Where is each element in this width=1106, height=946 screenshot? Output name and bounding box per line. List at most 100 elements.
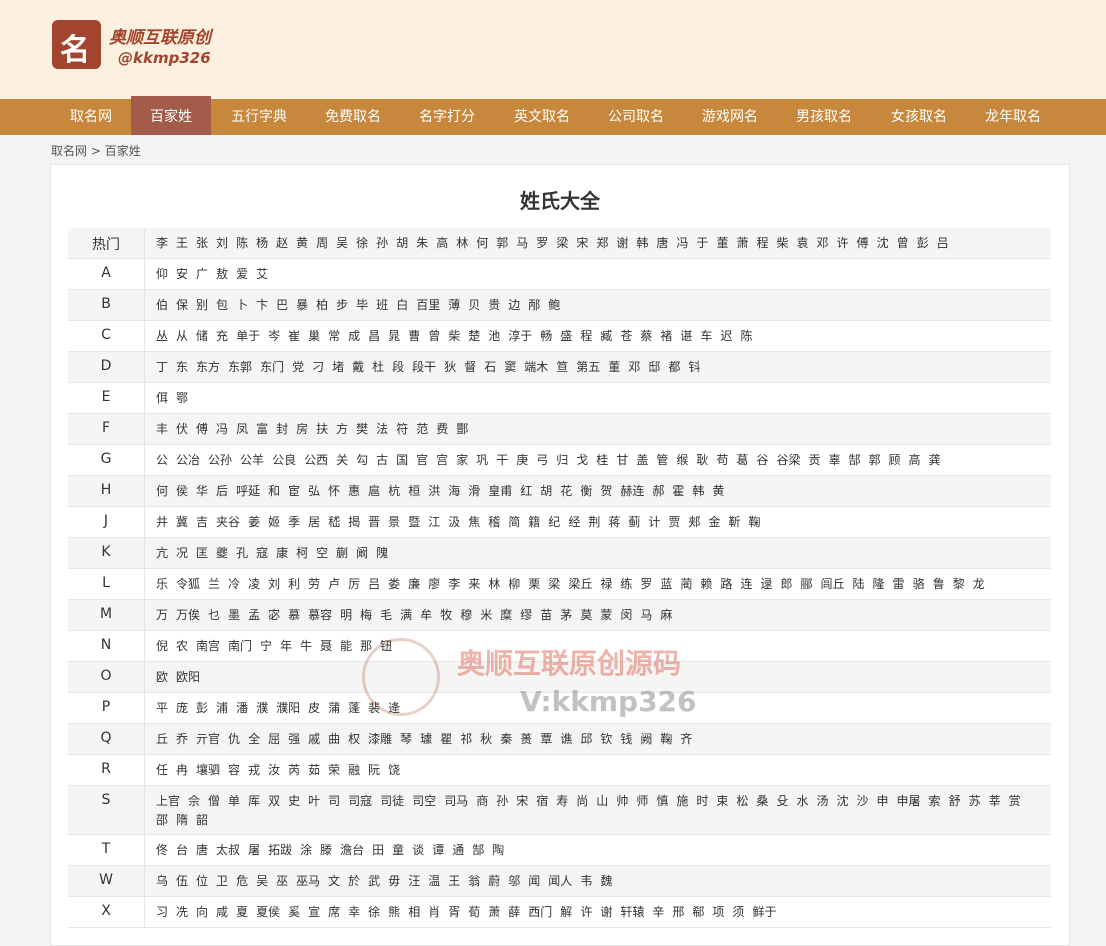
surname-link[interactable]: 全 [248,732,260,746]
surname-link[interactable]: 计 [648,515,660,529]
surname-link[interactable]: 禄 [600,577,612,591]
surname-link[interactable]: 邱 [580,732,592,746]
surname-link[interactable]: 时 [696,794,708,808]
surname-link[interactable]: 来 [468,577,480,591]
surname-link[interactable]: 牟 [420,608,432,622]
surname-link[interactable]: 容 [228,763,240,777]
surname-link[interactable]: 米 [480,608,492,622]
surname-link[interactable]: 秦 [500,732,512,746]
surname-link[interactable]: 班 [376,298,388,312]
surname-link[interactable]: 丘 [156,732,168,746]
surname-link[interactable]: 宋 [576,236,588,250]
surname-link[interactable]: 盛 [560,329,572,343]
surname-link[interactable]: 郭 [496,236,508,250]
surname-link[interactable]: 夏侯 [256,905,280,919]
surname-link[interactable]: 怀 [328,484,340,498]
surname-link[interactable]: 晋 [368,515,380,529]
surname-link[interactable]: 谯 [560,732,572,746]
surname-link[interactable]: 卢 [328,577,340,591]
surname-link[interactable]: 荣 [328,763,340,777]
surname-link[interactable]: 冯 [216,422,228,436]
surname-link[interactable]: 步 [336,298,348,312]
surname-link[interactable]: 於 [348,874,360,888]
surname-link[interactable]: 边 [508,298,520,312]
surname-link[interactable]: 屈 [268,732,280,746]
surname-link[interactable]: 令狐 [176,577,200,591]
surname-link[interactable]: 段干 [412,360,436,374]
surname-link[interactable]: 杭 [388,484,400,498]
surname-link[interactable]: 帅 [616,794,628,808]
surname-link[interactable]: 宋 [516,794,528,808]
surname-link[interactable]: 拓跋 [268,843,292,857]
surname-link[interactable]: 乌 [156,874,168,888]
surname-link[interactable]: 糜 [500,608,512,622]
nav-item-wuxing-dict[interactable]: 五行字典 [219,99,299,135]
surname-link[interactable]: 何 [476,236,488,250]
surname-link[interactable]: 蓟 [628,515,640,529]
surname-link[interactable]: 丛 [156,329,168,343]
surname-link[interactable]: 井 [156,515,168,529]
surname-link[interactable]: 解 [560,905,572,919]
surname-link[interactable]: 咸 [216,905,228,919]
surname-link[interactable]: 弓 [536,453,548,467]
surname-link[interactable]: 龙 [973,577,985,591]
surname-link[interactable]: 饶 [388,763,400,777]
surname-link[interactable]: 封 [276,422,288,436]
surname-link[interactable]: 邢 [672,905,684,919]
surname-link[interactable]: 荆 [588,515,600,529]
surname-link[interactable]: 彭 [917,236,929,250]
surname-link[interactable]: 梁 [548,577,560,591]
surname-link[interactable]: 巫 [276,874,288,888]
surname-link[interactable]: 夹谷 [216,515,240,529]
surname-link[interactable]: 关 [336,453,348,467]
surname-link[interactable]: 赏 [1009,794,1021,808]
surname-link[interactable]: 宦 [288,484,300,498]
surname-link[interactable]: 乐 [156,577,168,591]
surname-link[interactable]: 劳 [308,577,320,591]
surname-link[interactable]: 崔 [288,329,300,343]
surname-link[interactable]: 弘 [308,484,320,498]
surname-link[interactable]: 钭 [688,360,700,374]
surname-link[interactable]: 姬 [268,515,280,529]
surname-link[interactable]: 东方 [196,360,220,374]
surname-link[interactable]: 吴 [256,874,268,888]
surname-link[interactable]: 习 [156,905,168,919]
surname-link[interactable]: 莘 [989,794,1001,808]
surname-link[interactable]: 冷 [228,577,240,591]
surname-link[interactable]: 蒙 [600,608,612,622]
surname-link[interactable]: 范 [416,422,428,436]
surname-link[interactable]: 雷 [893,577,905,591]
surname-link[interactable]: 蒉 [520,732,532,746]
surname-link[interactable]: 洪 [428,484,440,498]
surname-link[interactable]: 单于 [236,329,260,343]
surname-link[interactable]: 暨 [408,515,420,529]
surname-link[interactable]: 单 [228,794,240,808]
surname-link[interactable]: 谌 [680,329,692,343]
surname-link[interactable]: 肖 [428,905,440,919]
surname-link[interactable]: 乜 [208,608,220,622]
surname-link[interactable]: 庞 [176,701,188,715]
surname-link[interactable]: 马 [640,608,652,622]
surname-link[interactable]: 卞 [256,298,268,312]
surname-link[interactable]: 秋 [480,732,492,746]
surname-link[interactable]: 房 [296,422,308,436]
surname-link[interactable]: 覃 [540,732,552,746]
surname-link[interactable]: 卫 [216,874,228,888]
surname-link[interactable]: 濮阳 [276,701,300,715]
surname-link[interactable]: 简 [508,515,520,529]
surname-link[interactable]: 涂 [300,843,312,857]
surname-link[interactable]: 汪 [408,874,420,888]
surname-link[interactable]: 傅 [857,236,869,250]
surname-link[interactable]: 保 [176,298,188,312]
surname-link[interactable]: 刁 [312,360,324,374]
surname-link[interactable]: 宁 [260,639,272,653]
surname-link[interactable]: 景 [388,515,400,529]
surname-link[interactable]: 公西 [304,453,328,467]
surname-link[interactable]: 迟 [720,329,732,343]
surname-link[interactable]: 皇甫 [488,484,512,498]
surname-link[interactable]: 穆 [460,608,472,622]
surname-link[interactable]: 武 [368,874,380,888]
surname-link[interactable]: 海 [448,484,460,498]
surname-link[interactable]: 狄 [444,360,456,374]
surname-link[interactable]: 管 [656,453,668,467]
